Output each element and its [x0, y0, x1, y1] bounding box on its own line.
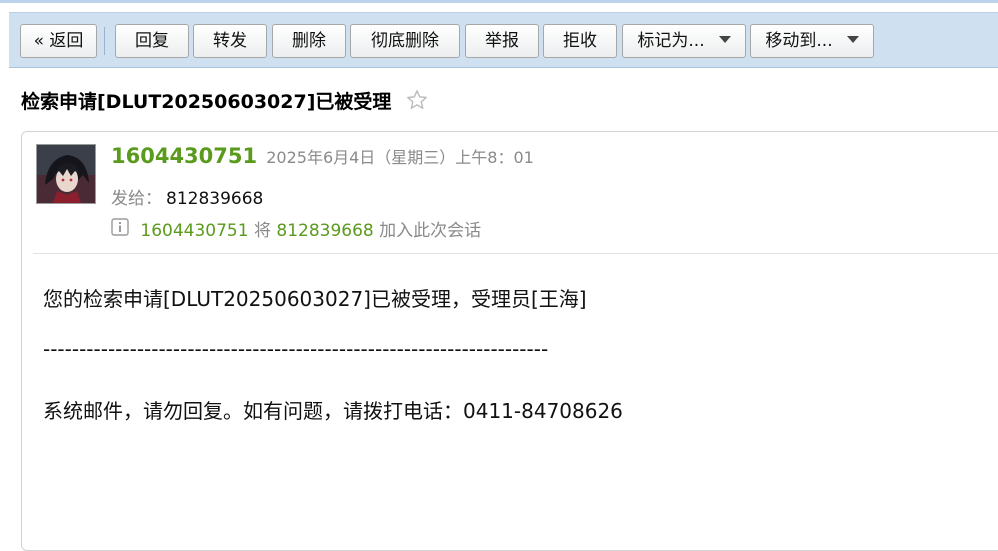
header-divider [33, 253, 998, 254]
notice-target[interactable]: 812839668 [276, 221, 373, 241]
sent-time: 2025年6月4日（星期三）上午8：01 [266, 148, 534, 167]
subject-row: 检索申请[DLUT20250603027]已被受理 [21, 88, 428, 116]
notice-action: 加入此次会话 [373, 221, 482, 241]
recipient-label: 发给： [111, 189, 162, 209]
chevron-down-icon [718, 35, 731, 43]
conversation-notice: 1604430751 将 812839668 加入此次会话 [111, 216, 482, 241]
forward-button[interactable]: 转发 [193, 24, 267, 58]
notice-verb: 将 [248, 221, 277, 241]
mark-as-dropdown[interactable]: 标记为... [622, 24, 746, 58]
mail-subject: 检索申请[DLUT20250603027]已被受理 [21, 91, 392, 113]
body-line-contact: 系统邮件，请勿回复。如有问题，请拨打电话：0411-84708626 [43, 399, 623, 423]
recipient-line: 发给： 812839668 [111, 184, 263, 209]
mail-toolbar: « 返回 回复 转发 删除 彻底删除 举报 拒收 标记为... 移动到... [9, 12, 998, 68]
recipient-value[interactable]: 812839668 [166, 189, 263, 209]
report-button[interactable]: 举报 [465, 24, 539, 58]
body-line-accepted: 您的检索申请[DLUT20250603027]已被受理，受理员[王海] [43, 287, 587, 311]
sender-line: 1604430751 2025年6月4日（星期三）上午8：01 [111, 144, 534, 174]
reject-button[interactable]: 拒收 [543, 24, 617, 58]
move-to-label: 移动到... [765, 31, 833, 51]
delete-button[interactable]: 删除 [272, 24, 346, 58]
body-separator: ----------------------------------------… [43, 337, 549, 361]
sender-avatar[interactable] [36, 144, 96, 204]
sender-name[interactable]: 1604430751 [111, 144, 257, 168]
back-button[interactable]: « 返回 [20, 24, 97, 58]
reply-button[interactable]: 回复 [115, 24, 189, 58]
toolbar-separator [104, 27, 105, 55]
info-icon [111, 217, 129, 241]
delete-forever-button[interactable]: 彻底删除 [350, 24, 460, 58]
chevron-down-icon [846, 35, 859, 43]
star-outline-icon[interactable] [406, 89, 428, 115]
top-border [0, 0, 998, 3]
mark-as-label: 标记为... [637, 31, 705, 51]
notice-actor[interactable]: 1604430751 [140, 221, 248, 241]
move-to-dropdown[interactable]: 移动到... [750, 24, 874, 58]
